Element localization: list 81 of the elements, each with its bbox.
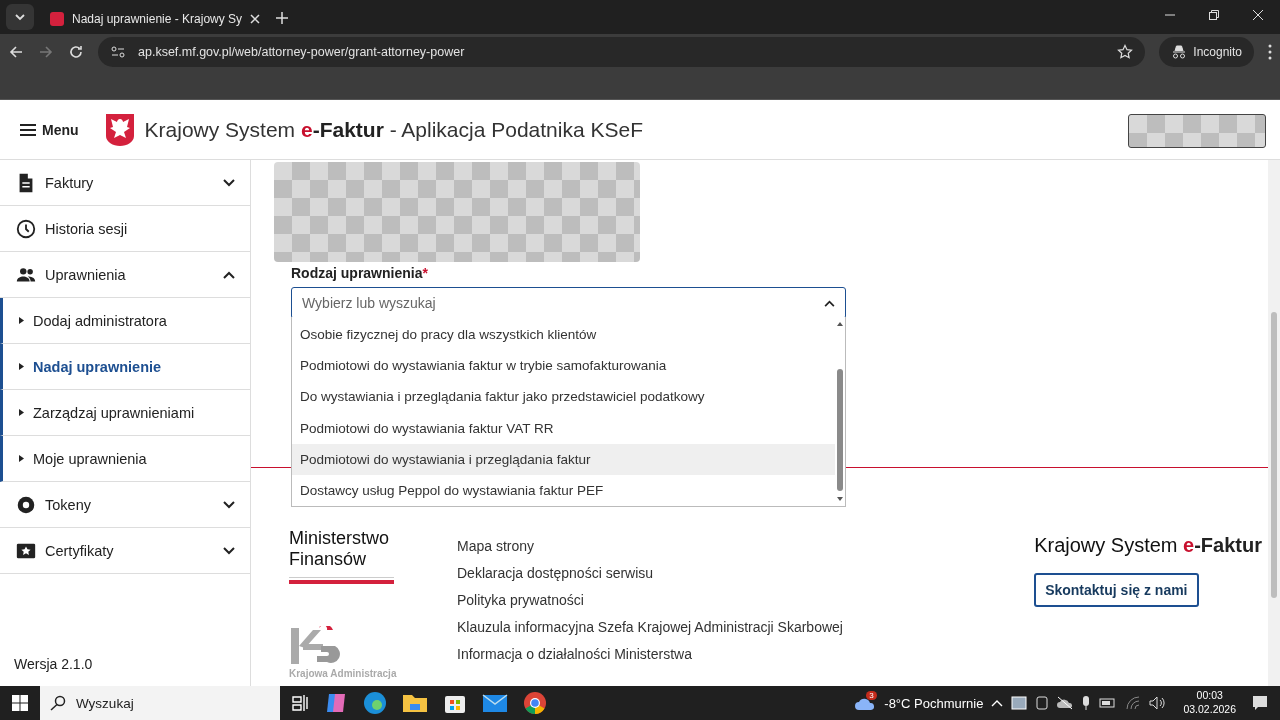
triangle-bullet-icon	[19, 363, 24, 370]
sidebar-subitem[interactable]: Dodaj administratora	[0, 298, 250, 344]
favicon-icon	[50, 12, 64, 26]
reload-icon	[68, 44, 84, 60]
microphone-icon	[1081, 695, 1092, 711]
footer-link[interactable]: Informacja o działalności Ministerstwa	[457, 646, 692, 662]
triangle-bullet-icon	[19, 455, 24, 462]
redacted-user-badge[interactable]	[1128, 114, 1266, 148]
contact-button[interactable]: Skontaktuj się z nami	[1034, 573, 1199, 607]
sidebar-subitem[interactable]: Nadaj uprawnienie	[0, 344, 250, 390]
browser-tab[interactable]: Nadaj uprawnienie - Krajowy Sy	[42, 4, 269, 34]
notification-icon	[1252, 695, 1268, 711]
dropdown-option[interactable]: Podmiotowi do wystawiania faktur w trybie samofakturowania	[292, 350, 835, 382]
footer-link[interactable]: Mapa strony	[457, 538, 535, 554]
menu-icon	[20, 123, 36, 136]
chevron-down-icon	[223, 546, 235, 555]
version-label: Wersja 2.1.0	[13, 656, 94, 674]
menu-button[interactable]: Menu	[20, 121, 79, 138]
flag-stripe-icon	[289, 577, 394, 585]
dropdown-option[interactable]: Do wystawiania i przeglądania faktur jako przedstawiciel podatkowy	[292, 381, 835, 413]
scrollbar[interactable]	[1268, 160, 1280, 686]
more-vert-icon	[1268, 44, 1272, 60]
sidebar-icon	[15, 217, 37, 240]
sidebar-item[interactable]: Certyfikaty	[0, 528, 250, 574]
dropdown-option[interactable]: Podmiotowi do wystawiania i przeglądania faktur	[292, 443, 835, 475]
chevron-down-icon	[14, 11, 26, 23]
sidebar-item[interactable]: Tokeny	[0, 482, 250, 528]
incognito-icon	[1171, 45, 1188, 59]
chevron-up-icon	[223, 270, 235, 279]
camera-icon	[1035, 695, 1050, 711]
sidebar-subitem[interactable]: Zarządzaj uprawnieniami	[0, 390, 250, 436]
tab-title: Nadaj uprawnienie - Krajowy Sy	[72, 12, 243, 26]
permission-select[interactable]: Wybierz lub wyszukaj	[291, 287, 846, 319]
clock-time[interactable]: 00:03	[1196, 689, 1223, 703]
triangle-bullet-icon	[19, 409, 24, 416]
search-icon	[50, 695, 66, 711]
chevron-up-icon	[824, 300, 835, 307]
chevron-down-icon	[223, 178, 235, 187]
taskbar-search[interactable]: Wyszukaj	[40, 686, 280, 720]
chevron-up-icon	[991, 699, 1004, 707]
site-settings-icon	[110, 45, 126, 59]
app-title: Krajowy System e-Faktur - Aplikacja Podatnika KSeF	[144, 117, 643, 142]
kas-label: Krajowa Administracja	[289, 668, 398, 680]
plus-icon	[276, 12, 289, 24]
wifi-icon	[1125, 696, 1142, 710]
sidebar-item[interactable]: Uprawnienia	[0, 252, 250, 298]
back-arrow-icon	[8, 44, 24, 60]
footer-link[interactable]: Polityka prywatności	[457, 592, 584, 608]
browser-swirl-icon	[362, 690, 388, 716]
close-icon	[1253, 10, 1263, 20]
forward-arrow-icon	[38, 44, 54, 60]
cloud-off-icon	[1057, 696, 1074, 710]
incognito-badge[interactable]: Incognito	[1159, 37, 1254, 67]
field-label: Rodzaj uprawnienia*	[291, 265, 429, 281]
weather-text[interactable]: -8°C Pochmurnie	[884, 695, 984, 711]
footer-link[interactable]: Klauzula informacyjna Szefa Krajowej Administracji Skarbowej	[457, 619, 843, 635]
clock-date[interactable]: 03.02.2026	[1183, 703, 1236, 717]
footer-link[interactable]: Deklaracja dostępności serwisu	[457, 565, 654, 581]
ministry-name: Ministerstwo Finansów	[289, 528, 391, 570]
dropdown-option[interactable]: Osobie fizycznej do pracy dla wszystkich klientów	[292, 319, 835, 351]
footer-brand: Krajowy System e-Faktur	[1034, 534, 1262, 557]
close-icon	[250, 14, 261, 24]
eagle-emblem-icon	[104, 112, 135, 147]
address-bar[interactable]: ap.ksef.mf.gov.pl/web/attorney-power/grant-attorney-power	[98, 37, 1146, 67]
triangle-bullet-icon	[19, 317, 24, 324]
browser-circle-icon	[522, 690, 548, 716]
monitor-icon	[1011, 695, 1028, 711]
task-view-icon	[292, 694, 310, 712]
sidebar-item[interactable]: Historia sesji	[0, 206, 250, 252]
dropdown-option[interactable]: Dostawcy usług Peppol do wystawiania faktur PEF	[292, 474, 835, 507]
star-icon	[1117, 44, 1134, 60]
sidebar-subitem[interactable]: Moje uprawnienia	[0, 436, 250, 482]
kas-logo-icon	[289, 626, 341, 667]
windows-logo-icon	[12, 695, 28, 711]
battery-icon	[1099, 697, 1118, 709]
chevron-down-icon	[223, 500, 235, 509]
notification-badge: 3	[866, 691, 877, 700]
sidebar-item[interactable]: Faktury	[0, 160, 250, 206]
speaker-icon	[1149, 696, 1168, 710]
restore-icon	[1209, 10, 1219, 20]
dropdown-option[interactable]: Podmiotowi do wystawiania faktur VAT RR	[292, 412, 835, 444]
